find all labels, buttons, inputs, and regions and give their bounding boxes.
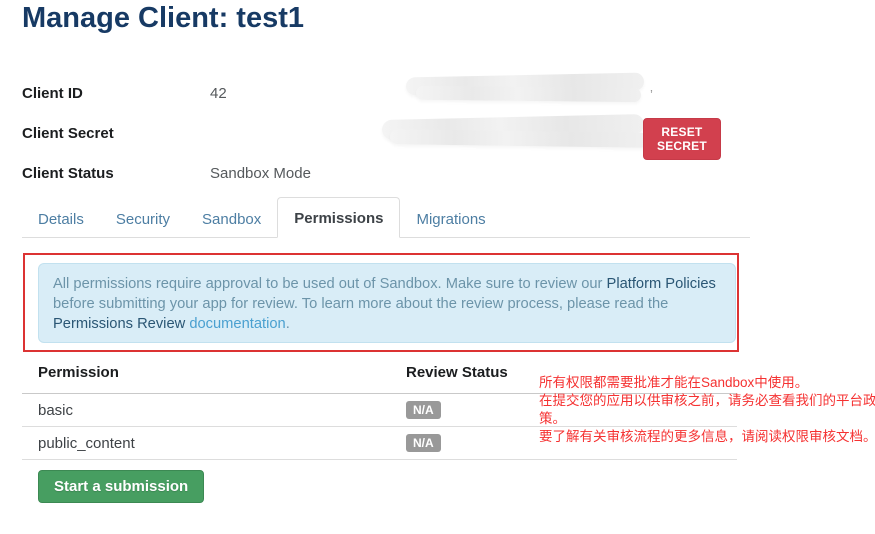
page-title: Manage Client: test1	[22, 2, 304, 34]
client-secret-row: Client Secret RESET SECRET	[22, 114, 722, 160]
redaction-scribble: ’	[650, 87, 653, 102]
status-badge: N/A	[406, 434, 441, 452]
tab-details[interactable]: Details	[22, 202, 100, 237]
alert-text: before submitting your app for review. T…	[53, 296, 669, 312]
redaction-scribble	[415, 85, 642, 103]
redaction-scribble	[389, 129, 649, 148]
chinese-translation-annotation: 所有权限都需要批准才能在Sandbox中使用。 在提交您的应用以供审核之前，请务…	[539, 374, 875, 446]
tab-sandbox[interactable]: Sandbox	[186, 202, 277, 237]
platform-policies-link[interactable]: Platform Policies	[607, 276, 716, 292]
permission-column-header: Permission	[22, 356, 390, 394]
annotation-line: 要了解有关审核流程的更多信息，请阅读权限审核文档。	[539, 429, 875, 444]
annotation-line: 在提交您的应用以供审核之前，请务必查看我们的平台政策。	[539, 393, 875, 426]
tab-permissions[interactable]: Permissions	[277, 197, 401, 238]
client-secret-label: Client Secret	[22, 125, 114, 142]
permissions-review-link[interactable]: Permissions Review	[53, 316, 185, 332]
client-id-value: 42	[210, 85, 227, 102]
start-submission-button[interactable]: Start a submission	[38, 470, 205, 503]
client-status-row: Client Status Sandbox Mode	[22, 165, 722, 191]
client-status-value: Sandbox Mode	[210, 165, 311, 182]
permission-name: public_content	[22, 426, 390, 460]
permissions-info-alert: All permissions require approval to be u…	[38, 263, 736, 343]
tab-security[interactable]: Security	[100, 202, 186, 237]
tab-migrations[interactable]: Migrations	[400, 202, 501, 237]
status-badge: N/A	[406, 401, 441, 419]
alert-text: All permissions require approval to be u…	[53, 276, 607, 292]
reset-secret-button[interactable]: RESET SECRET	[643, 118, 721, 160]
client-id-label: Client ID	[22, 85, 83, 102]
client-id-row: Client ID 42 ’	[22, 72, 722, 111]
client-status-label: Client Status	[22, 165, 114, 182]
annotation-line: 所有权限都需要批准才能在Sandbox中使用。	[539, 375, 809, 390]
tab-bar: Details Security Sandbox Permissions Mig…	[22, 197, 750, 238]
documentation-link[interactable]: documentation	[189, 316, 285, 332]
alert-text: .	[285, 316, 290, 332]
permission-name: basic	[22, 393, 390, 427]
